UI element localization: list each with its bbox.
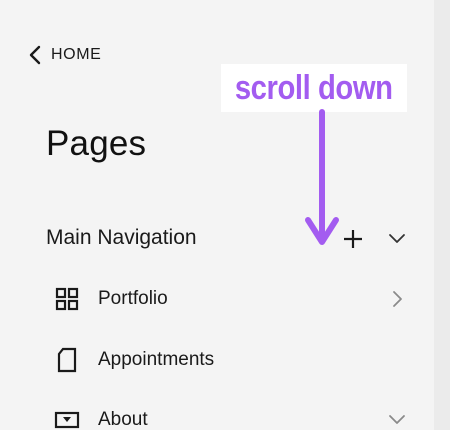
nav-item-portfolio[interactable]: Portfolio — [52, 281, 422, 317]
scroll-down-annotation: scroll down — [221, 64, 407, 112]
home-label: HOME — [51, 46, 102, 63]
grid-icon — [52, 284, 82, 314]
home-back-link[interactable]: HOME — [28, 42, 101, 68]
nav-item-label: Portfolio — [98, 288, 168, 309]
chevron-down-icon — [389, 234, 405, 243]
collapse-section-button[interactable] — [382, 224, 412, 254]
chevron-left-icon — [29, 45, 41, 65]
nav-item-label: About — [98, 409, 148, 430]
nav-item-about[interactable]: About — [52, 402, 422, 430]
nav-item-label: Appointments — [98, 349, 215, 370]
plus-icon — [344, 230, 362, 248]
page-icon — [52, 345, 82, 375]
main-navigation-header: Main Navigation — [46, 222, 416, 254]
annotation-text: scroll down — [235, 68, 393, 107]
chevron-down-icon[interactable] — [382, 405, 412, 430]
pages-panel: HOME Pages Main Navigation Portfolio App… — [0, 0, 434, 430]
dropdown-box-icon — [52, 405, 82, 430]
scroll-track[interactable] — [434, 0, 450, 430]
chevron-right-icon[interactable] — [382, 284, 412, 314]
nav-item-appointments[interactable]: Appointments — [52, 342, 422, 378]
arrow-down-icon — [305, 109, 339, 245]
page-title: Pages — [46, 124, 147, 163]
